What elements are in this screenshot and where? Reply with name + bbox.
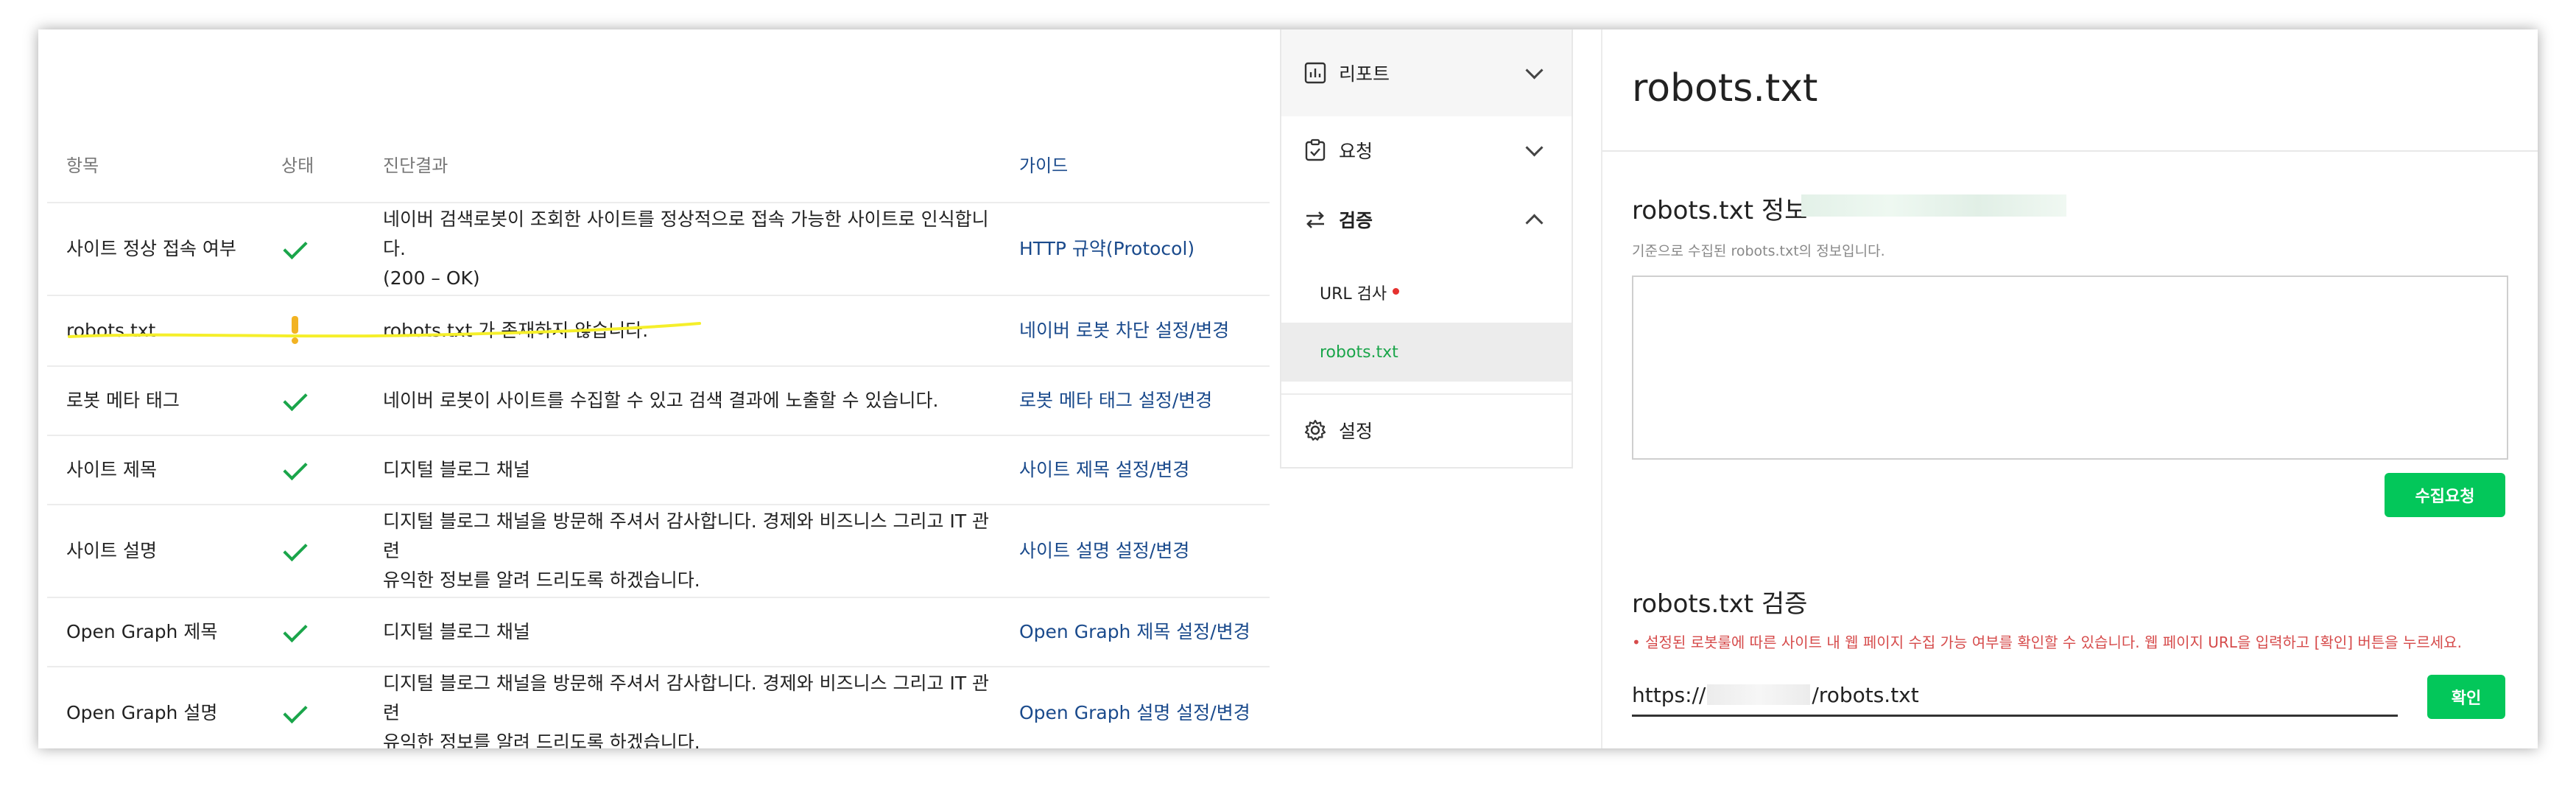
status-ok bbox=[281, 203, 340, 295]
row-result: 네이버 로봇이 사이트를 수집할 수 있고 검색 결과에 노출할 수 있습니다. bbox=[383, 390, 939, 411]
check-icon bbox=[283, 234, 308, 259]
page-title: robots.txt bbox=[1632, 66, 1818, 110]
nav-url-check-label: URL 검사 bbox=[1320, 285, 1387, 303]
row-item: Open Graph 설명 bbox=[66, 702, 218, 723]
redacted-site-url bbox=[1801, 194, 2066, 217]
row-result: 네이버 검색로봇이 조회한 사이트를 정상적으로 접속 가능한 사이트로 인식합… bbox=[383, 208, 989, 289]
nav-settings[interactable]: 설정 bbox=[1281, 393, 1572, 466]
notification-dot bbox=[1393, 288, 1400, 295]
chevron-down-icon bbox=[1525, 138, 1544, 157]
table-row: Open Graph 설명 디지털 블로그 채널을 방문해 주셔서 감사합니다.… bbox=[47, 667, 1270, 748]
check-icon bbox=[283, 617, 308, 642]
header-result: 진단결과 bbox=[383, 155, 448, 176]
nav-settings-label: 설정 bbox=[1339, 421, 1373, 442]
guide-link[interactable]: HTTP 규약(Protocol) bbox=[1019, 203, 1270, 295]
window-frame: 항목 상태 진단결과 가이드 사이트 정상 접속 여부 네이버 검색로봇이 조회… bbox=[38, 29, 2538, 748]
table-row: 사이트 정상 접속 여부 네이버 검색로봇이 조회한 사이트를 정상적으로 접속… bbox=[47, 203, 1270, 296]
status-warning bbox=[281, 296, 340, 365]
nav-sub-robots[interactable]: robots.txt bbox=[1281, 323, 1572, 382]
table-row: 사이트 제목 디지털 블로그 채널 사이트 제목 설정/변경 bbox=[47, 436, 1270, 505]
divider bbox=[1602, 150, 2538, 152]
status-ok bbox=[281, 367, 340, 435]
status-ok bbox=[281, 436, 340, 504]
gear-icon bbox=[1304, 419, 1326, 441]
robots-content-textarea[interactable] bbox=[1632, 276, 2508, 460]
guide-link[interactable]: 네이버 로봇 차단 설정/변경 bbox=[1019, 296, 1270, 365]
row-item: 사이트 정상 접속 여부 bbox=[66, 238, 236, 259]
table-row: Open Graph 제목 디지털 블로그 채널 Open Graph 제목 설… bbox=[47, 598, 1270, 667]
nav-report[interactable]: 리포트 bbox=[1281, 29, 1572, 116]
header-item: 항목 bbox=[66, 155, 99, 176]
row-result: robots.txt 가 존재하지 않습니다. bbox=[383, 320, 649, 341]
url-prefix: https:// bbox=[1632, 682, 1706, 707]
guide-link[interactable]: 사이트 설명 설정/변경 bbox=[1019, 505, 1270, 597]
table-row: robots.txt robots.txt 가 존재하지 않습니다. 네이버 로… bbox=[47, 296, 1270, 367]
chevron-down-icon bbox=[1525, 60, 1544, 80]
table-header: 항목 상태 진단결과 가이드 bbox=[47, 130, 1270, 203]
verify-description: • 설정된 로봇룰에 따른 사이트 내 웹 페이지 수집 가능 여부를 확인할 … bbox=[1632, 634, 2462, 651]
chevron-up-icon bbox=[1525, 213, 1544, 232]
row-result: 디지털 블로그 채널을 방문해 주셔서 감사합니다. 경제와 비즈니스 그리고 … bbox=[383, 510, 990, 591]
nav-sub-url-check[interactable]: URL 검사 bbox=[1281, 264, 1572, 321]
row-result: 디지털 블로그 채널을 방문해 주셔서 감사합니다. 경제와 비즈니스 그리고 … bbox=[383, 673, 990, 748]
row-item: Open Graph 제목 bbox=[66, 621, 218, 642]
exclamation-icon bbox=[292, 316, 299, 345]
chart-icon bbox=[1304, 62, 1326, 84]
diagnosis-table: 항목 상태 진단결과 가이드 사이트 정상 접속 여부 네이버 검색로봇이 조회… bbox=[47, 29, 1270, 748]
verify-section-title: robots.txt 검증 bbox=[1632, 589, 1808, 619]
nav-request[interactable]: 요청 bbox=[1281, 116, 1572, 184]
nav-verify[interactable]: 검증 bbox=[1281, 184, 1572, 255]
row-result: 디지털 블로그 채널 bbox=[383, 459, 530, 480]
info-description: 기준으로 수집된 robots.txt의 정보입니다. bbox=[1632, 243, 1885, 259]
collect-request-button[interactable]: 수집요청 bbox=[2385, 473, 2505, 517]
status-ok bbox=[281, 598, 340, 666]
nav-verify-label: 검증 bbox=[1339, 210, 1373, 231]
table-row: 로봇 메타 태그 네이버 로봇이 사이트를 수집할 수 있고 검색 결과에 노출… bbox=[47, 367, 1270, 436]
row-item: robots.txt bbox=[66, 320, 156, 341]
swap-arrows-icon bbox=[1306, 211, 1324, 228]
header-guide: 가이드 bbox=[1019, 155, 1069, 176]
url-suffix: /robots.txt bbox=[1812, 682, 1919, 707]
guide-link[interactable]: Open Graph 설명 설정/변경 bbox=[1019, 667, 1270, 748]
guide-link[interactable]: 사이트 제목 설정/변경 bbox=[1019, 436, 1270, 504]
check-icon bbox=[283, 698, 308, 723]
header-status: 상태 bbox=[281, 155, 314, 176]
robots-panel: robots.txt robots.txt 정보 기준으로 수집된 robots… bbox=[1601, 29, 2538, 748]
url-check-label-wrap: URL 검사 bbox=[1320, 281, 1400, 304]
guide-link[interactable]: Open Graph 제목 설정/변경 bbox=[1019, 598, 1270, 666]
row-result: 디지털 블로그 채널 bbox=[383, 621, 530, 642]
check-icon bbox=[283, 386, 308, 411]
status-ok bbox=[281, 505, 340, 597]
url-input[interactable]: https:// /robots.txt bbox=[1632, 675, 2398, 717]
check-icon bbox=[283, 455, 308, 480]
row-item: 사이트 제목 bbox=[66, 459, 157, 480]
nav-robots-label: robots.txt bbox=[1320, 343, 1398, 362]
status-ok bbox=[281, 667, 340, 748]
row-item: 사이트 설명 bbox=[66, 540, 157, 561]
row-item: 로봇 메타 태그 bbox=[66, 390, 180, 411]
redacted-domain bbox=[1707, 684, 1811, 705]
guide-link[interactable]: 로봇 메타 태그 설정/변경 bbox=[1019, 367, 1270, 435]
table-row: 사이트 설명 디지털 블로그 채널을 방문해 주셔서 감사합니다. 경제와 비즈… bbox=[47, 505, 1270, 598]
info-section-title: robots.txt 정보 bbox=[1632, 196, 1808, 225]
side-nav: 리포트 요청 검증 URL 검사 robots.txt 설정 bbox=[1280, 29, 1573, 469]
clipboard-check-icon bbox=[1305, 138, 1326, 161]
confirm-button[interactable]: 확인 bbox=[2427, 675, 2505, 719]
check-icon bbox=[283, 536, 308, 561]
nav-report-label: 리포트 bbox=[1339, 63, 1390, 85]
nav-request-label: 요청 bbox=[1339, 141, 1373, 162]
